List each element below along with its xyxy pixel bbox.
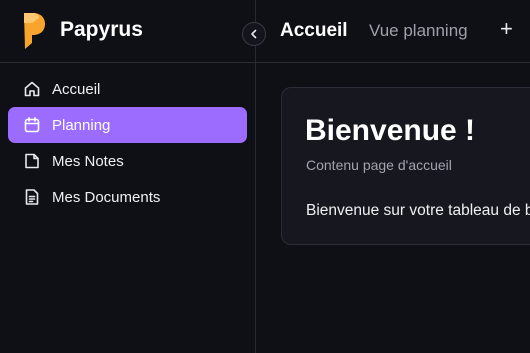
brand: Papyrus [0, 0, 255, 63]
sidebar-item-accueil[interactable]: Accueil [8, 71, 247, 107]
sidebar-nav: Accueil Planning Mes Notes Mes Documents [8, 71, 247, 215]
sidebar-item-planning[interactable]: Planning [8, 107, 247, 143]
collapse-sidebar-button[interactable] [242, 22, 266, 46]
welcome-text: Bienvenue sur votre tableau de bord [306, 202, 530, 219]
tab-accueil[interactable]: Accueil [280, 20, 348, 42]
page-title: Bienvenue ! [305, 114, 476, 147]
sidebar-item-mes-notes[interactable]: Mes Notes [8, 143, 247, 179]
sidebar-item-label: Planning [52, 116, 111, 134]
welcome-card: Bienvenue ! Contenu page d'accueil Bienv… [281, 87, 530, 245]
sidebar-item-label: Mes Notes [52, 152, 124, 170]
sidebar: Papyrus Accueil Planning Mes Notes Mes D… [0, 0, 256, 353]
sidebar-item-mes-documents[interactable]: Mes Documents [8, 179, 247, 215]
note-icon [25, 153, 39, 169]
document-icon [25, 189, 39, 205]
tab-vue-planning[interactable]: Vue planning [369, 21, 468, 41]
chevron-left-icon [251, 29, 257, 39]
app-name: Papyrus [60, 18, 143, 41]
calendar-icon [24, 117, 40, 133]
top-tabs: Accueil Vue planning + [256, 0, 530, 63]
papyrus-logo [24, 13, 45, 49]
page-subtitle: Contenu page d'accueil [306, 157, 452, 173]
sidebar-item-label: Accueil [52, 80, 101, 98]
add-tab-button[interactable]: + [500, 18, 518, 40]
home-icon [24, 81, 40, 97]
sidebar-item-label: Mes Documents [52, 188, 161, 206]
